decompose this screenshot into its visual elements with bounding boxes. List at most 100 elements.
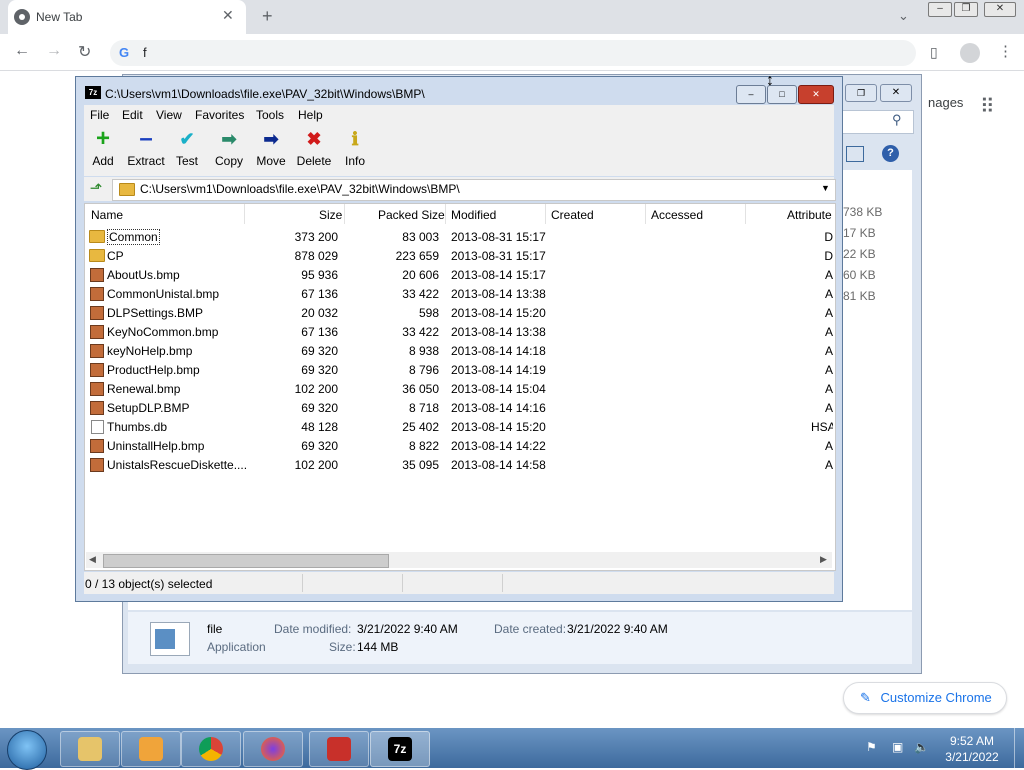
row-name[interactable]: Thumbs.db [107, 420, 167, 434]
7zip-logo-icon: 7z [85, 86, 101, 99]
scrollbar-thumb[interactable] [103, 554, 389, 568]
row-name[interactable]: UninstallHelp.bmp [107, 439, 204, 453]
menu-favorites[interactable]: Favorites [195, 108, 244, 122]
menu-icon[interactable]: ⋮ [998, 42, 1013, 60]
move-button[interactable]: ➡ Move [249, 128, 293, 168]
path-text[interactable]: C:\Users\vm1\Downloads\file.exe\PAV_32bi… [140, 182, 460, 196]
row-name[interactable]: Renewal.bmp [107, 382, 180, 396]
minimize-button[interactable]: – [736, 85, 766, 104]
7zip-icon: 7z [388, 737, 412, 761]
taskbar-firefox[interactable] [243, 731, 303, 767]
address-bar[interactable] [110, 40, 916, 66]
customize-chrome-button[interactable]: ✎ Customize Chrome [843, 682, 1007, 714]
side-panel-icon[interactable]: ▯ [930, 44, 938, 61]
row-name[interactable]: AboutUs.bmp [107, 268, 180, 282]
date-created-value: 3/21/2022 9:40 AM [567, 622, 668, 636]
close-icon[interactable]: ✕ [222, 7, 234, 24]
row-packed-size: 36 050 [402, 382, 439, 396]
row-name[interactable]: SetupDLP.BMP [107, 401, 190, 415]
folder-icon [119, 183, 135, 196]
chevron-down-icon[interactable]: ▼ [821, 183, 830, 193]
column-header-created[interactable]: Created [551, 208, 594, 222]
menu-edit[interactable]: Edit [122, 108, 143, 122]
row-name[interactable]: KeyNoCommon.bmp [107, 325, 218, 339]
row-name[interactable]: CommonUnistal.bmp [107, 287, 219, 301]
status-text: 0 / 13 object(s) selected [85, 577, 213, 591]
column-header-name[interactable]: Name [91, 208, 123, 222]
row-name[interactable]: UnistalsRescueDiskette.... [107, 458, 247, 472]
clock[interactable]: 9:52 AM 3/21/2022 [940, 733, 1004, 765]
address-input[interactable]: f [143, 45, 147, 60]
taskbar-explorer[interactable] [60, 731, 120, 767]
row-size: 102 200 [294, 458, 338, 472]
network-icon[interactable]: ▣ [892, 740, 903, 754]
explorer-restore-button[interactable]: ❐ [845, 84, 877, 102]
start-button[interactable] [7, 730, 47, 770]
explorer-close-button[interactable]: ✕ [880, 84, 912, 102]
bmp-file-icon [90, 268, 104, 282]
folder-up-icon[interactable]: ⬏ [87, 180, 105, 198]
column-header-attribute[interactable]: Attribute [787, 208, 833, 222]
reload-icon[interactable]: ↻ [78, 42, 91, 62]
row-modified: 2013-08-14 15:20 [451, 306, 546, 320]
column-divider [445, 204, 446, 224]
action-center-icon[interactable]: ⚑ [866, 740, 877, 754]
close-button[interactable]: ✕ [798, 85, 834, 104]
row-name[interactable]: Common [107, 229, 160, 245]
chrome-icon [199, 737, 223, 761]
menu-help[interactable]: Help [298, 108, 323, 122]
scroll-left-icon[interactable]: ◀ [89, 554, 96, 565]
images-link[interactable]: nages [928, 95, 963, 110]
row-name[interactable]: ProductHelp.bmp [107, 363, 200, 377]
row-packed-size: 33 422 [402, 287, 439, 301]
row-packed-size: 8 822 [408, 439, 439, 453]
row-modified: 2013-08-14 14:19 [451, 363, 546, 377]
add-button[interactable]: + Add [81, 127, 125, 169]
row-name[interactable]: CP [107, 249, 124, 263]
search-icon[interactable]: ⚲ [892, 112, 902, 128]
back-icon[interactable]: ← [14, 42, 30, 60]
info-button[interactable]: ℹ Info [333, 128, 377, 168]
row-size: 20 032 [301, 306, 338, 320]
bmp-file-icon [90, 382, 104, 396]
window-close-button[interactable]: ✕ [984, 2, 1016, 17]
apps-grid-icon[interactable]: ⠿ [980, 94, 995, 119]
menu-view[interactable]: View [156, 108, 182, 122]
minimize-button[interactable]: – [928, 2, 952, 17]
volume-icon[interactable]: 🔈 [914, 740, 929, 754]
date-modified-value: 3/21/2022 9:40 AM [357, 622, 458, 636]
column-header-size[interactable]: Size [319, 208, 342, 222]
bmp-file-icon [90, 363, 104, 377]
column-header-packed-size[interactable]: Packed Size [378, 208, 445, 222]
menu-file[interactable]: File [90, 108, 109, 122]
show-desktop-button[interactable] [1014, 728, 1024, 768]
profile-avatar[interactable] [960, 43, 980, 63]
taskbar-chrome[interactable] [181, 731, 241, 767]
column-header-accessed[interactable]: Accessed [651, 208, 703, 222]
row-name[interactable]: DLPSettings.BMP [107, 306, 203, 320]
file-size: 22 KB [843, 247, 876, 261]
delete-button[interactable]: ✖ Delete [292, 128, 336, 168]
scroll-right-icon[interactable]: ▶ [820, 554, 827, 565]
row-name[interactable]: keyNoHelp.bmp [107, 344, 192, 358]
new-tab-button[interactable]: + [262, 6, 273, 27]
taskbar-7zip[interactable]: 7z [370, 731, 430, 767]
folder-icon [89, 230, 105, 243]
test-button[interactable]: ✔ Test [165, 128, 209, 168]
copy-button[interactable]: ➡ Copy [207, 128, 251, 168]
forward-icon[interactable]: → [46, 42, 62, 60]
taskbar-setup[interactable] [309, 731, 369, 767]
help-icon[interactable]: ? [882, 145, 899, 162]
restore-button[interactable]: ❐ [954, 2, 978, 17]
column-header-modified[interactable]: Modified [451, 208, 496, 222]
extract-button[interactable]: – Extract [124, 127, 168, 169]
copy-arrow-icon: ➡ [221, 129, 237, 149]
preview-pane-icon[interactable] [846, 146, 864, 162]
status-divider [402, 574, 403, 592]
explorer-search-box[interactable] [842, 110, 914, 134]
row-attribute: A [824, 401, 833, 415]
taskbar-media-player[interactable] [121, 731, 181, 767]
menu-tools[interactable]: Tools [256, 108, 284, 122]
bmp-file-icon [90, 287, 104, 301]
chevron-down-icon[interactable]: ⌄ [898, 8, 909, 24]
